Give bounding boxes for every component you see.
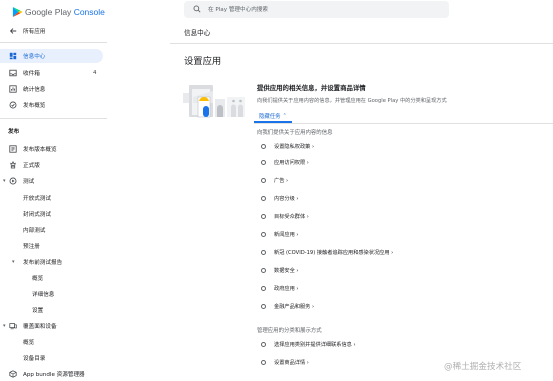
- production-icon: [8, 161, 17, 170]
- sidebar-item-label: 发布版本概览: [23, 147, 57, 153]
- releases-icon: [8, 145, 17, 154]
- sidebar-item-label: 设置: [32, 308, 44, 314]
- task-financial-features[interactable]: 金融产品和服务 ›: [261, 301, 314, 311]
- stats-icon: [8, 85, 17, 94]
- search-bar[interactable]: [184, 1, 449, 18]
- sidebar-item-label: 预注册: [23, 244, 40, 250]
- sidebar-item-label: 内部测试: [23, 228, 46, 234]
- hide-tasks-toggle[interactable]: 隐藏任务 ⌃: [254, 110, 292, 123]
- task-status-icon: [261, 213, 266, 219]
- logo-text-google-play: Google Play: [25, 7, 72, 17]
- task-link[interactable]: 设置商品详情 ›: [274, 359, 309, 366]
- chevron-down-icon: ▾: [3, 323, 6, 329]
- task-privacy-policy[interactable]: 设置隐私权政策 ›: [261, 141, 314, 151]
- task-status-icon: [261, 359, 266, 365]
- dashboard-icon: [8, 52, 17, 61]
- sidebar: Google Play Console 所有应用 信息中心 收件箱 4 统计信息…: [0, 0, 107, 381]
- task-link[interactable]: 金融产品和服务 ›: [274, 303, 314, 310]
- breadcrumb: 信息中心: [184, 29, 211, 37]
- chevron-down-icon: ▾: [3, 178, 6, 184]
- google-play-logo-icon: [12, 6, 23, 18]
- sidebar-item-label: 测试: [23, 179, 35, 185]
- task-news-app[interactable]: 新闻应用 ›: [261, 229, 298, 239]
- sidebar-item-label: App bundle 资源管理器: [23, 372, 85, 378]
- all-apps-label: 所有应用: [23, 29, 46, 35]
- task-status-icon: [261, 159, 266, 165]
- task-link[interactable]: 目标受众群体 ›: [274, 213, 309, 220]
- sidebar-item-label: 设备目录: [23, 356, 46, 362]
- task-store-listing[interactable]: 设置商品详情 ›: [261, 357, 309, 367]
- setup-illustration: [183, 85, 245, 118]
- task-ads[interactable]: 广告 ›: [261, 175, 288, 185]
- sidebar-divider: [0, 42, 107, 43]
- task-data-safety[interactable]: 数据安全 ›: [261, 265, 298, 275]
- testing-icon: [8, 177, 17, 186]
- task-group-heading: 向我们提供关于应用内容的信息: [257, 130, 333, 136]
- google-play-console-logo[interactable]: Google Play Console: [12, 5, 105, 19]
- task-status-icon: [261, 231, 266, 237]
- sidebar-item-label: 概览: [32, 276, 44, 282]
- search-input[interactable]: [208, 4, 438, 15]
- devices-icon: [8, 322, 17, 331]
- inbox-icon: [8, 69, 17, 78]
- task-app-access[interactable]: 应用访问权限 ›: [261, 157, 309, 167]
- task-link[interactable]: 内容分级 ›: [274, 195, 298, 202]
- task-link[interactable]: 广告 ›: [274, 177, 288, 184]
- task-status-icon: [261, 143, 266, 149]
- task-link[interactable]: 新闻应用 ›: [274, 231, 298, 238]
- setup-block-title: 提供应用的相关信息，并设置商品详情: [257, 84, 366, 92]
- sidebar-item-label: 概览: [23, 340, 35, 346]
- task-status-icon: [261, 177, 266, 183]
- page-title: 设置应用: [184, 56, 222, 67]
- task-link[interactable]: 政府应用 ›: [274, 285, 298, 292]
- task-government-apps[interactable]: 政府应用 ›: [261, 283, 298, 293]
- inbox-count-badge: 4: [93, 70, 97, 76]
- sidebar-item-dashboard[interactable]: 信息中心: [0, 49, 103, 63]
- setup-block-description: 向我们提供关于应用内容的信息，并管理应用在 Google Play 中的分类和呈…: [257, 98, 447, 104]
- task-link[interactable]: 数据安全 ›: [274, 267, 298, 274]
- publish-icon: [8, 101, 17, 110]
- task-link[interactable]: 应用访问权限 ›: [274, 159, 309, 166]
- task-category-contact[interactable]: 选择应用类别并提供详细联系信息 ›: [261, 339, 356, 349]
- task-link[interactable]: 选择应用类别并提供详细联系信息 ›: [274, 341, 356, 348]
- task-link[interactable]: 设置隐私权政策 ›: [274, 143, 314, 150]
- task-status-icon: [261, 285, 266, 291]
- chevron-up-icon: ⌃: [282, 112, 287, 119]
- search-icon: [193, 5, 201, 13]
- sidebar-item-label: 详细信息: [32, 292, 55, 298]
- task-group-heading: 管理应用的分类和展示方式: [257, 328, 322, 334]
- sidebar-item-label: 覆盖面和设备: [23, 324, 57, 330]
- task-status-icon: [261, 341, 266, 347]
- chevron-down-icon: ▾: [12, 259, 15, 265]
- bundle-icon: [8, 370, 17, 379]
- sidebar-item-label: 统计信息: [23, 87, 46, 93]
- task-status-icon: [261, 303, 266, 309]
- sidebar-item-label: 发布概览: [23, 103, 46, 109]
- watermark: @稀土掘金技术社区: [444, 362, 522, 372]
- sidebar-item-label: 收件箱: [23, 71, 40, 77]
- task-status-icon: [261, 267, 266, 273]
- task-target-audience[interactable]: 目标受众群体 ›: [261, 211, 309, 221]
- header-divider: [170, 43, 553, 44]
- sidebar-item-label: 发布前测试报告: [23, 260, 63, 266]
- sidebar-item-label: 正式版: [23, 163, 40, 169]
- hide-tasks-label: 隐藏任务: [259, 113, 281, 120]
- sidebar-divider: [0, 118, 107, 119]
- task-status-icon: [261, 195, 266, 201]
- sidebar-item-label: 信息中心: [23, 54, 46, 60]
- task-content-rating[interactable]: 内容分级 ›: [261, 193, 298, 203]
- task-link[interactable]: 新冠 (COVID-19) 接触者追踪应用和感染状况应用 ›: [274, 249, 393, 256]
- sidebar-item-label: 开放式测试: [23, 196, 51, 202]
- release-section-heading: 发布: [8, 129, 20, 135]
- task-status-icon: [261, 249, 266, 255]
- arrow-back-icon: [8, 27, 17, 36]
- logo-text-console: Console: [73, 7, 105, 17]
- task-covid-apps[interactable]: 新冠 (COVID-19) 接触者追踪应用和感染状况应用 ›: [261, 247, 393, 257]
- sidebar-item-label: 封闭式测试: [23, 212, 51, 218]
- content-divider: [254, 123, 553, 124]
